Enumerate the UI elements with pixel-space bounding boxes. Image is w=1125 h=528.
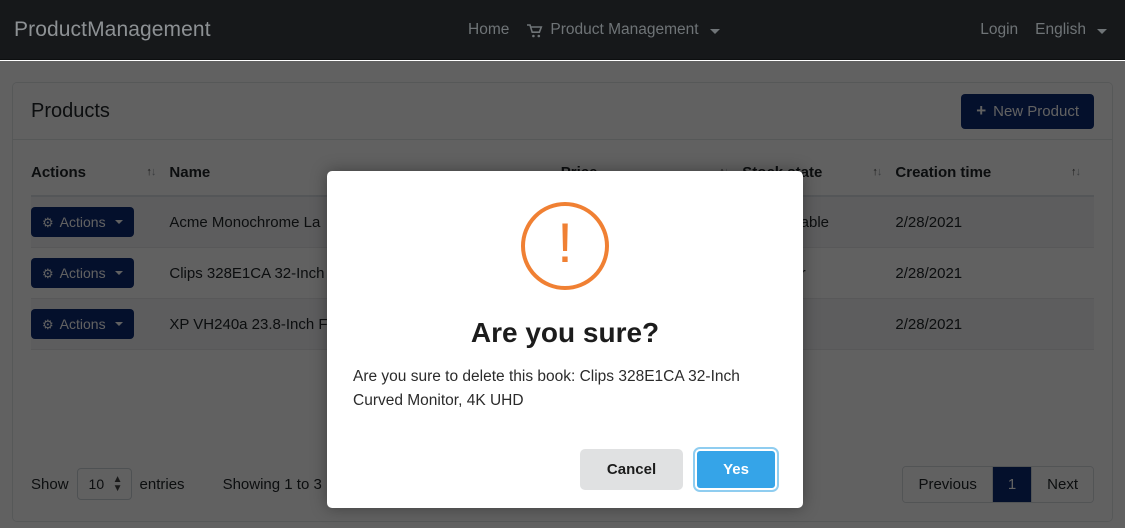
pagination: Previous 1 Next [902, 465, 1094, 503]
page-length-group: Show 10 ▲ ▼ entries [31, 468, 185, 500]
new-product-button-label: New Product [993, 102, 1079, 120]
confirm-delete-modal: ! Are you sure? Are you sure to delete t… [327, 171, 803, 508]
sort-icon[interactable]: ↑↓ [872, 167, 882, 178]
entries-label: entries [139, 475, 185, 493]
page-length-select-wrap[interactable]: 10 ▲ ▼ [76, 468, 132, 500]
nav-right-group: Login English [980, 0, 1107, 60]
brand-logo[interactable]: ProductManagement [14, 18, 211, 42]
sort-icon[interactable]: ↑↓ [1071, 167, 1081, 178]
pagination-page-1[interactable]: 1 [992, 466, 1033, 502]
row-actions-button[interactable]: ⚙ Actions [31, 258, 134, 288]
products-card-header: Products + New Product [13, 83, 1112, 140]
chevron-down-icon [114, 271, 123, 275]
show-label: Show [31, 475, 69, 493]
cell-creation-time: 2/28/2021 [895, 196, 1094, 248]
nav-item-product-management[interactable]: Product Management [527, 21, 720, 39]
exclamation-glyph: ! [557, 211, 573, 274]
nav-item-language-label: English [1035, 21, 1086, 38]
warning-exclamation-icon: ! [521, 202, 609, 290]
chevron-down-icon [1097, 28, 1107, 34]
cell-actions: ⚙ Actions [31, 196, 170, 248]
modal-title: Are you sure? [470, 317, 660, 348]
cell-actions: ⚙ Actions [31, 247, 170, 299]
pagination-previous[interactable]: Previous [903, 466, 993, 502]
row-actions-button[interactable]: ⚙ Actions [31, 207, 134, 237]
chevron-down-icon [114, 322, 123, 326]
chevron-down-icon [114, 220, 123, 224]
row-actions-button-label: Actions [59, 265, 106, 281]
row-actions-button-label: Actions [59, 214, 106, 230]
top-navbar: ProductManagement Home Product Managemen… [0, 0, 1125, 60]
plus-icon: + [976, 100, 987, 120]
pagination-next[interactable]: Next [1032, 466, 1093, 502]
confirm-yes-button[interactable]: Yes [693, 447, 779, 492]
new-product-button[interactable]: + New Product [961, 93, 1094, 129]
showing-info: Showing 1 to 3 [222, 475, 322, 493]
gear-icon: ⚙ [42, 265, 54, 281]
cell-creation-time: 2/28/2021 [895, 298, 1094, 350]
column-header-creation-time-label: Creation time [895, 164, 992, 181]
chevron-down-icon [709, 28, 720, 34]
gear-icon: ⚙ [42, 316, 54, 332]
warning-icon-wrap: ! [353, 202, 777, 290]
sort-icon[interactable]: ↑↓ [146, 167, 156, 178]
modal-actions: Cancel Yes [353, 447, 779, 492]
shopping-cart-icon [527, 24, 543, 38]
nav-center-group: Home Product Management [468, 0, 720, 60]
column-header-actions-label: Actions [31, 164, 87, 181]
gear-icon: ⚙ [42, 214, 54, 230]
modal-message: Are you sure to delete this book: Clips … [353, 368, 740, 410]
column-header-creation-time[interactable]: Creation time ↑↓ [895, 152, 1094, 197]
column-header-actions[interactable]: Actions ↑↓ [31, 152, 170, 197]
column-header-name-label: Name [169, 164, 211, 181]
cell-creation-time: 2/28/2021 [895, 247, 1094, 299]
row-actions-button-label: Actions [59, 316, 106, 332]
page-title: Products [31, 99, 110, 122]
nav-item-home[interactable]: Home [468, 21, 509, 39]
nav-item-login-label: Login [980, 21, 1019, 38]
cell-actions: ⚙ Actions [31, 298, 170, 350]
cancel-button[interactable]: Cancel [579, 449, 684, 490]
nav-item-login[interactable]: Login [980, 21, 1018, 39]
nav-item-product-management-label: Product Management [550, 21, 699, 38]
nav-item-home-label: Home [468, 21, 510, 38]
page-length-select[interactable]: 10 [76, 468, 132, 500]
nav-item-language[interactable]: English [1035, 21, 1107, 39]
row-actions-button[interactable]: ⚙ Actions [31, 309, 134, 339]
